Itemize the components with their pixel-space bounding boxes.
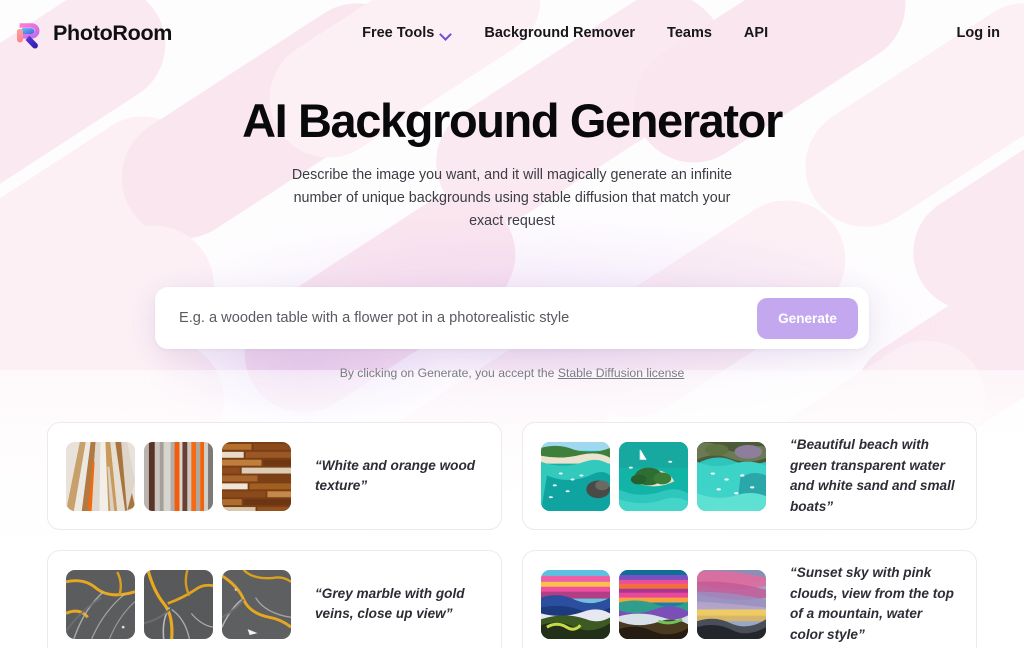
main-navigation: Free Tools Background Remover Teams API bbox=[362, 25, 768, 41]
generate-button[interactable]: Generate bbox=[757, 297, 858, 339]
hero-section: AI Background Generator Describe the ima… bbox=[0, 66, 1024, 233]
example-caption: “White and orange wood texture” bbox=[315, 457, 476, 494]
chevron-down-icon bbox=[441, 29, 452, 40]
thumbnail-beach-turquoise-bay[interactable] bbox=[697, 441, 766, 511]
prompt-input[interactable] bbox=[179, 287, 758, 350]
header-actions: Log in bbox=[957, 24, 1001, 42]
nav-item-free-tools[interactable]: Free Tools bbox=[362, 25, 452, 41]
example-prompts-grid: “White and orange wood texture” “Beautif… bbox=[47, 422, 977, 648]
stable-diffusion-license-link[interactable]: Stable Diffusion license bbox=[558, 366, 684, 380]
site-header: PhotoRoom Free Tools Background Remover … bbox=[0, 0, 1024, 66]
prompt-section: Generate By clicking on Generate, you ac… bbox=[155, 287, 869, 380]
prompt-bar[interactable]: Generate bbox=[155, 287, 869, 350]
login-link[interactable]: Log in bbox=[957, 25, 1001, 41]
thumbnail-sunset-watercolor-2[interactable] bbox=[619, 569, 688, 639]
thumbnail-marble-gold-vein-3[interactable] bbox=[222, 569, 291, 639]
thumbnail-sunset-watercolor-1[interactable] bbox=[541, 569, 610, 639]
thumbnail-wood-horizontal-planks[interactable] bbox=[222, 441, 291, 511]
page-title: AI Background Generator bbox=[242, 94, 783, 147]
disclaimer-prefix: By clicking on Generate, you accept the bbox=[339, 366, 558, 381]
thumbnail-wood-diagonal-planks[interactable] bbox=[66, 441, 135, 511]
nav-label: Free Tools bbox=[362, 25, 435, 41]
nav-item-teams[interactable]: Teams bbox=[667, 25, 712, 41]
thumbnail-wood-vertical-stripes[interactable] bbox=[144, 441, 213, 511]
thumbnail-marble-gold-vein-1[interactable] bbox=[66, 569, 135, 639]
nav-label: API bbox=[743, 25, 769, 41]
page-subtitle: Describe the image you want, and it will… bbox=[291, 166, 733, 230]
photoroom-r-logo-icon bbox=[14, 18, 44, 49]
thumbnail-group bbox=[66, 441, 291, 511]
nav-item-api[interactable]: API bbox=[744, 25, 768, 41]
example-card-sunset[interactable]: “Sunset sky with pink clouds, view from … bbox=[522, 550, 977, 648]
example-card-marble[interactable]: “Grey marble with gold veins, close up v… bbox=[47, 550, 502, 648]
disclaimer-text: By clicking on Generate, you accept the … bbox=[155, 366, 869, 380]
thumbnail-group bbox=[541, 441, 766, 511]
example-card-wood[interactable]: “White and orange wood texture” bbox=[47, 422, 502, 531]
nav-item-background-remover[interactable]: Background Remover bbox=[484, 25, 635, 41]
nav-label: Teams bbox=[667, 25, 712, 41]
nav-label: Background Remover bbox=[484, 25, 636, 41]
example-caption: “Beautiful beach with green transparent … bbox=[790, 436, 955, 514]
brand-name: PhotoRoom bbox=[53, 20, 173, 45]
thumbnail-marble-gold-vein-2[interactable] bbox=[144, 569, 213, 639]
example-caption: “Grey marble with gold veins, close up v… bbox=[315, 585, 465, 622]
thumbnail-beach-island-sandbar[interactable] bbox=[619, 441, 688, 511]
brand-logo-link[interactable]: PhotoRoom bbox=[14, 18, 172, 49]
example-card-beach[interactable]: “Beautiful beach with green transparent … bbox=[522, 422, 977, 531]
thumbnail-group bbox=[541, 569, 766, 639]
thumbnail-group bbox=[66, 569, 291, 639]
thumbnail-beach-lagoon-aerial[interactable] bbox=[541, 441, 610, 511]
thumbnail-sunset-watercolor-3[interactable] bbox=[697, 569, 766, 639]
example-caption: “Sunset sky with pink clouds, view from … bbox=[790, 564, 954, 642]
